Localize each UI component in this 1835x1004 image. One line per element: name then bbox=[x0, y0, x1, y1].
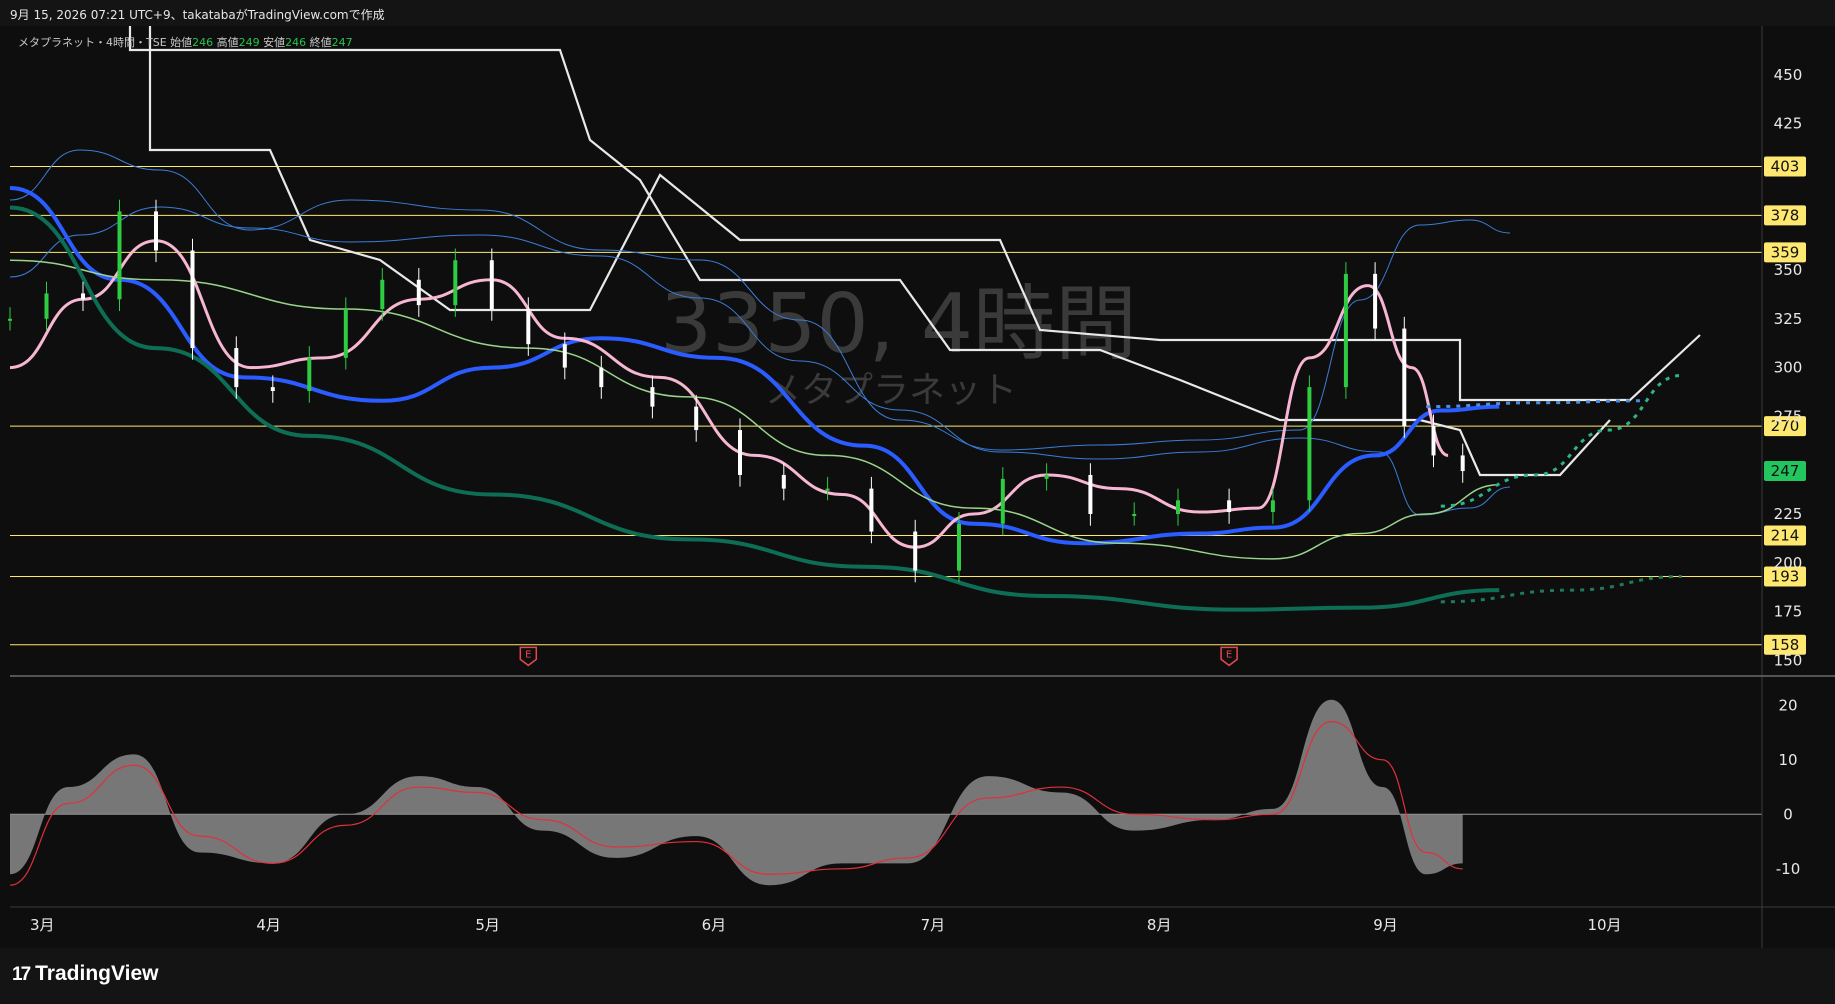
price-tick-label: 450 bbox=[1774, 66, 1803, 84]
candle-body bbox=[1132, 513, 1137, 516]
candle-body bbox=[81, 293, 85, 300]
price-tick-label: 200 bbox=[1774, 554, 1803, 572]
watermark: 3350, 4時間 メタプラネット bbox=[660, 277, 1137, 411]
price-tick-label: 275 bbox=[1774, 407, 1803, 425]
candle-body bbox=[913, 531, 918, 571]
forecast-dotted-green bbox=[1440, 373, 1682, 508]
candle-body bbox=[8, 318, 12, 321]
candle-body bbox=[694, 406, 699, 431]
candle-body bbox=[1402, 328, 1407, 427]
candle-body bbox=[343, 309, 348, 358]
candle-body bbox=[44, 293, 49, 319]
candle-body bbox=[1176, 500, 1180, 514]
earnings-marker-label: E bbox=[1226, 649, 1232, 660]
candle-body bbox=[307, 357, 312, 392]
legend-high-label: 高値 bbox=[216, 36, 239, 49]
legend-close-label: 終値 bbox=[309, 36, 332, 49]
brand-name: TradingView bbox=[35, 962, 159, 985]
candle-body bbox=[1373, 273, 1378, 329]
forecast-dotted-blue bbox=[1426, 399, 1646, 409]
legend-symbol: メタプラネット・4時間・TSE bbox=[18, 36, 167, 49]
bottom-brand-bar bbox=[0, 948, 1835, 1004]
candle-body bbox=[234, 348, 239, 388]
chart-svg[interactable]: 3350, 4時間 メタプラネット 403378359270214193158 … bbox=[0, 0, 1835, 948]
month-label: 6月 bbox=[702, 916, 727, 934]
tradingview-logo[interactable]: 17 TradingView bbox=[12, 962, 158, 986]
candle-body bbox=[416, 279, 421, 306]
candle-body bbox=[117, 211, 122, 300]
oscillator-panel bbox=[9, 699, 1762, 886]
candle-body bbox=[1088, 474, 1093, 514]
candle-body bbox=[453, 260, 458, 306]
month-label: 3月 bbox=[30, 916, 55, 934]
month-label: 5月 bbox=[475, 916, 500, 934]
price-tick-label: 300 bbox=[1774, 359, 1803, 377]
candle-body bbox=[1000, 478, 1005, 524]
price-tick-label: 225 bbox=[1774, 505, 1803, 523]
level-tag-label: 359 bbox=[1771, 243, 1800, 261]
level-tag-label: 378 bbox=[1771, 206, 1800, 224]
legend-high-value: 249 bbox=[238, 36, 260, 49]
candle-body bbox=[1460, 455, 1465, 472]
candle-body bbox=[562, 344, 567, 368]
osc-tick-label: -10 bbox=[1776, 860, 1801, 878]
price-tick-label: 425 bbox=[1774, 115, 1803, 133]
month-label: 4月 bbox=[256, 916, 281, 934]
last-price-label: 247 bbox=[1771, 462, 1800, 480]
watermark-name: メタプラネット bbox=[765, 370, 1017, 411]
osc-tick-label: 10 bbox=[1778, 751, 1797, 769]
month-label: 8月 bbox=[1147, 916, 1172, 934]
osc-tick-label: 20 bbox=[1778, 696, 1797, 714]
candle-body bbox=[526, 309, 531, 345]
blue-moving-average bbox=[9, 186, 1500, 546]
month-label: 7月 bbox=[921, 916, 946, 934]
legend-open-value: 246 bbox=[192, 36, 214, 49]
candle-body bbox=[1431, 426, 1436, 456]
candle-body bbox=[738, 430, 742, 475]
symbol-legend: メタプラネット・4時間・TSE 始値246 高値249 安値246 終値247 bbox=[18, 34, 353, 50]
earnings-marker-label: E bbox=[525, 649, 531, 660]
candle-body bbox=[380, 279, 385, 310]
osc-histogram-area bbox=[10, 699, 1463, 886]
candle-body bbox=[825, 488, 830, 491]
candle-body bbox=[869, 488, 874, 532]
level-tag-label: 214 bbox=[1771, 526, 1800, 544]
tradingview-logo-icon: 17 bbox=[12, 964, 31, 985]
price-tick-label: 350 bbox=[1774, 261, 1803, 279]
candle-body bbox=[957, 523, 961, 571]
osc-signal-line bbox=[9, 721, 1463, 886]
candle-body bbox=[1270, 500, 1275, 513]
candle-body bbox=[489, 260, 494, 310]
green-long-moving-average bbox=[9, 205, 1500, 612]
price-tick-label: 150 bbox=[1774, 651, 1803, 669]
month-label: 10月 bbox=[1587, 916, 1621, 934]
candle-body bbox=[781, 474, 786, 489]
candle-body bbox=[154, 211, 158, 251]
candle-body bbox=[270, 387, 275, 392]
month-label: 9月 bbox=[1373, 916, 1398, 934]
indicator-lines bbox=[9, 26, 1701, 516]
legend-close-value: 247 bbox=[331, 36, 353, 49]
legend-low-value: 246 bbox=[285, 36, 307, 49]
candle-body bbox=[1343, 273, 1348, 388]
price-tick-label: 175 bbox=[1774, 603, 1803, 621]
legend-low-label: 安値 bbox=[263, 36, 286, 49]
candle-body bbox=[599, 367, 604, 388]
candle-body bbox=[1307, 387, 1312, 501]
candle-body bbox=[190, 250, 195, 349]
candle-body bbox=[1227, 500, 1232, 513]
candle-body bbox=[650, 387, 655, 407]
price-tick-label: 325 bbox=[1774, 310, 1803, 328]
legend-open-label: 始値 bbox=[170, 36, 193, 49]
candle-body bbox=[1044, 474, 1049, 479]
osc-tick-label: 0 bbox=[1783, 805, 1793, 823]
level-tag-label: 403 bbox=[1771, 158, 1800, 176]
